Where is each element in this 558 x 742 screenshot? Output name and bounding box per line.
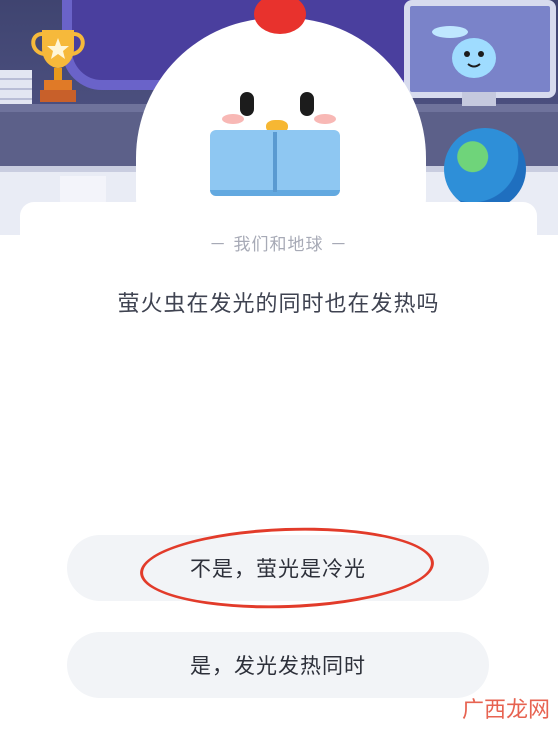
trophy-icon bbox=[31, 30, 85, 102]
monitor-stand bbox=[462, 92, 496, 106]
header-illustration bbox=[0, 0, 558, 235]
question-text: 萤火虫在发光的同时也在发热吗 bbox=[117, 292, 440, 317]
answer-option-2[interactable]: 是，发光发热同时 bbox=[67, 632, 489, 698]
chick-left-eye bbox=[240, 92, 254, 116]
alien-icon bbox=[432, 26, 496, 78]
chick-right-cheek bbox=[314, 114, 336, 124]
question-category: － 我们和地球 － bbox=[209, 235, 348, 255]
watermark: 广西龙网 bbox=[461, 698, 550, 723]
question-card: － 我们和地球 － 萤火虫在发光的同时也在发热吗 不是，萤光是冷光 是，发光发热… bbox=[20, 202, 537, 742]
monitor bbox=[404, 0, 556, 98]
chick-left-cheek bbox=[222, 114, 244, 124]
book-spine bbox=[273, 132, 277, 192]
globe-icon bbox=[444, 128, 526, 210]
chick-right-eye bbox=[300, 92, 314, 116]
